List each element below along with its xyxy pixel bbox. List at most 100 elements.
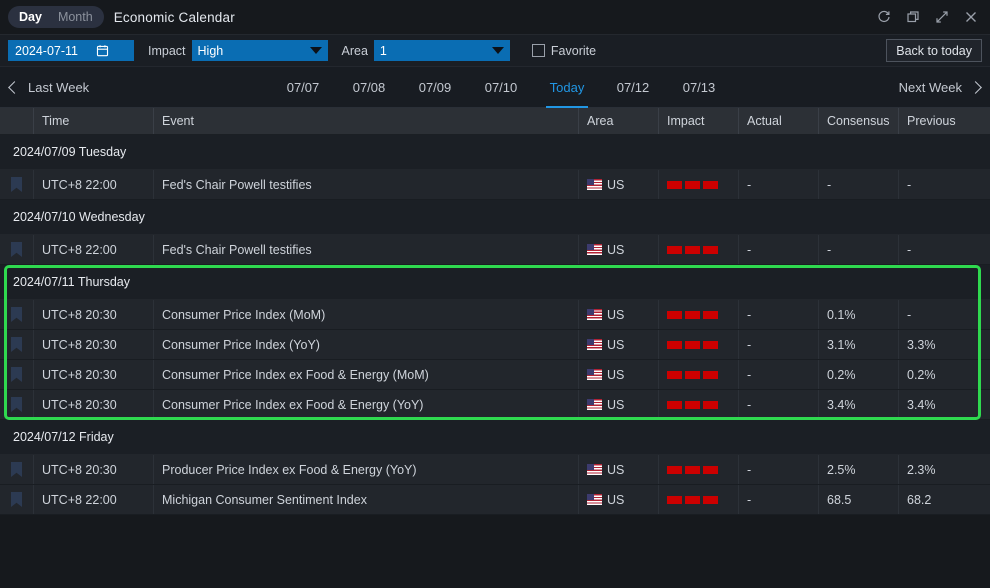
cell-previous: 3.4% [899, 390, 980, 419]
cell-time: UTC+8 22:00 [34, 485, 154, 514]
impact-bar [667, 311, 682, 319]
chevron-left-icon [8, 81, 21, 94]
last-week-button[interactable]: Last Week [10, 80, 89, 95]
impact-bar [685, 311, 700, 319]
column-header-previous: Previous [899, 108, 980, 134]
cell-consensus: 0.1% [819, 300, 899, 329]
bookmark-icon[interactable] [11, 462, 22, 477]
cell-impact [659, 455, 739, 484]
impact-level-indicator [667, 401, 718, 409]
bookmark-cell[interactable] [0, 485, 34, 514]
area-label: US [607, 308, 624, 322]
us-flag-icon [587, 494, 602, 505]
impact-level-indicator [667, 466, 718, 474]
cell-actual: - [739, 235, 819, 264]
cell-previous: 2.3% [899, 455, 980, 484]
title-bar: Day Month Economic Calendar [0, 0, 990, 35]
bookmark-cell[interactable] [0, 455, 34, 484]
cell-actual: - [739, 170, 819, 199]
cell-event: Producer Price Index ex Food & Energy (Y… [154, 455, 579, 484]
impact-filter-value: High [198, 44, 302, 58]
table-row[interactable]: UTC+8 20:30Consumer Price Index ex Food … [0, 390, 990, 420]
date-group: 2024/07/12 FridayUTC+8 20:30Producer Pri… [0, 420, 990, 515]
bookmark-cell[interactable] [0, 330, 34, 359]
impact-level-indicator [667, 311, 718, 319]
mode-month-button[interactable]: Month [50, 6, 101, 28]
close-icon[interactable] [963, 10, 978, 25]
impact-level-indicator [667, 371, 718, 379]
date-group-header: 2024/07/09 Tuesday [0, 135, 990, 170]
impact-bar [703, 496, 718, 504]
us-flag-icon [587, 399, 602, 410]
cell-previous: - [899, 170, 980, 199]
bookmark-icon[interactable] [11, 337, 22, 352]
day-tab[interactable]: 07/08 [336, 67, 402, 107]
day-tab[interactable]: 07/07 [270, 67, 336, 107]
cell-impact [659, 485, 739, 514]
impact-filter-label: Impact [148, 44, 186, 58]
area-label: US [607, 338, 624, 352]
date-group: 2024/07/11 ThursdayUTC+8 20:30Consumer P… [0, 265, 990, 420]
restore-window-icon[interactable] [905, 10, 920, 25]
table-row[interactable]: UTC+8 20:30Consumer Price Index (YoY)US-… [0, 330, 990, 360]
table-row[interactable]: UTC+8 20:30Consumer Price Index (MoM)US-… [0, 300, 990, 330]
cell-impact [659, 360, 739, 389]
impact-bar [667, 496, 682, 504]
us-flag-icon [587, 464, 602, 475]
table-row[interactable]: UTC+8 22:00Fed's Chair Powell testifiesU… [0, 170, 990, 200]
cell-area: US [579, 390, 659, 419]
impact-bar [703, 371, 718, 379]
bookmark-icon[interactable] [11, 397, 22, 412]
view-mode-toggle[interactable]: Day Month [8, 6, 104, 28]
expand-icon[interactable] [934, 10, 949, 25]
impact-level-indicator [667, 181, 718, 189]
table-header-row: Time Event Area Impact Actual Consensus … [0, 108, 990, 135]
favorite-filter[interactable]: Favorite [532, 44, 596, 58]
bookmark-cell[interactable] [0, 360, 34, 389]
bookmark-cell[interactable] [0, 235, 34, 264]
day-tab[interactable]: Today [534, 67, 600, 107]
table-row[interactable]: UTC+8 20:30Consumer Price Index ex Food … [0, 360, 990, 390]
cell-event: Consumer Price Index (MoM) [154, 300, 579, 329]
bookmark-cell[interactable] [0, 170, 34, 199]
impact-level-indicator [667, 246, 718, 254]
date-group-header: 2024/07/10 Wednesday [0, 200, 990, 235]
day-tab[interactable]: 07/13 [666, 67, 732, 107]
day-tab[interactable]: 07/12 [600, 67, 666, 107]
table-row[interactable]: UTC+8 20:30Producer Price Index ex Food … [0, 455, 990, 485]
cell-actual: - [739, 360, 819, 389]
bookmark-icon[interactable] [11, 242, 22, 257]
bookmark-icon[interactable] [11, 177, 22, 192]
bookmark-cell[interactable] [0, 390, 34, 419]
refresh-icon[interactable] [876, 10, 891, 25]
area-label: US [607, 493, 624, 507]
table-row[interactable]: UTC+8 22:00Michigan Consumer Sentiment I… [0, 485, 990, 515]
favorite-checkbox[interactable] [532, 44, 545, 57]
column-header-bookmark [0, 108, 34, 134]
bookmark-icon[interactable] [11, 492, 22, 507]
column-header-impact: Impact [659, 108, 739, 134]
impact-bar [667, 246, 682, 254]
day-tab[interactable]: 07/09 [402, 67, 468, 107]
us-flag-icon [587, 339, 602, 350]
day-tab[interactable]: 07/10 [468, 67, 534, 107]
impact-bar [667, 401, 682, 409]
impact-bar [703, 311, 718, 319]
chevron-right-icon [969, 81, 982, 94]
date-picker[interactable]: 2024-07-11 [8, 40, 134, 61]
date-group-header: 2024/07/12 Friday [0, 420, 990, 455]
area-filter-select[interactable]: 1 [374, 40, 510, 61]
cell-event: Consumer Price Index ex Food & Energy (Y… [154, 390, 579, 419]
next-week-button[interactable]: Next Week [899, 80, 980, 95]
window-controls [876, 10, 982, 25]
back-to-today-button[interactable]: Back to today [886, 39, 982, 62]
bookmark-icon[interactable] [11, 367, 22, 382]
bookmark-cell[interactable] [0, 300, 34, 329]
bookmark-icon[interactable] [11, 307, 22, 322]
impact-bar [703, 181, 718, 189]
area-label: US [607, 243, 624, 257]
table-row[interactable]: UTC+8 22:00Fed's Chair Powell testifiesU… [0, 235, 990, 265]
cell-impact [659, 170, 739, 199]
impact-filter-select[interactable]: High [192, 40, 328, 61]
mode-day-button[interactable]: Day [11, 6, 50, 28]
